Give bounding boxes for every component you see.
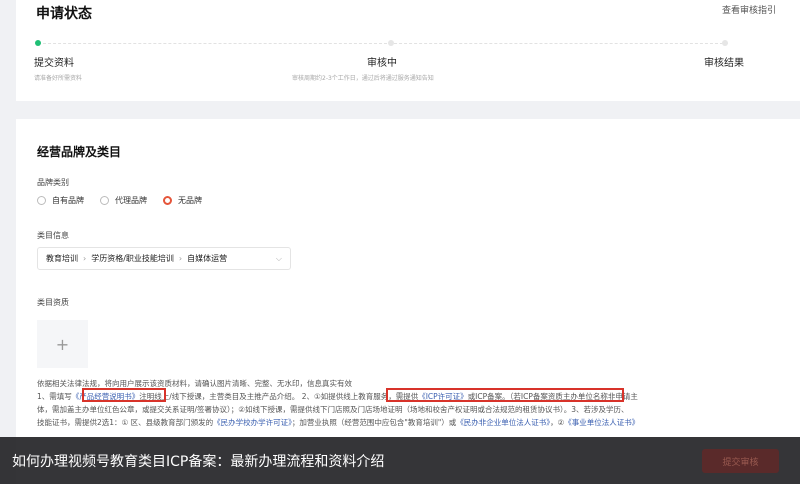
highlight-box-icp — [386, 388, 624, 402]
notice-text: ，② — [550, 418, 565, 427]
brand-category-card: 经营品牌及类目 品牌类别 自有品牌 代理品牌 无品牌 类目信息 教育培训 › 学… — [16, 119, 800, 484]
category-level-1: 教育培训 — [46, 254, 78, 263]
notice-text: 技能证书，需提供2选1：① 区、县级教育部门颁发的 — [37, 418, 214, 427]
step-dot-result — [722, 40, 728, 46]
step-label-submit: 提交资料 — [34, 58, 74, 69]
step-label-review: 审核中 — [367, 58, 397, 69]
non-enterprise-cert-link[interactable]: 《民办非企业单位法人证书》 — [456, 418, 550, 427]
chevron-right-icon: › — [83, 254, 87, 263]
step-desc-submit: 请准备好所需资料 — [34, 75, 83, 82]
brand-type-label: 品牌类别 — [37, 178, 69, 187]
radio-own-brand[interactable]: 自有品牌 — [37, 195, 84, 206]
upload-button[interactable]: + — [37, 320, 88, 368]
radio-circle — [100, 196, 109, 205]
school-license-link[interactable]: 《民办学校办学许可证》 — [213, 418, 292, 427]
qualification-label: 类目资质 — [37, 298, 69, 307]
radio-label: 代理品牌 — [115, 196, 147, 205]
notice-line-2: 体，需加盖主办单位红色公章，或提交关系证明/签署协议）；②如线下授课，需提供线下… — [37, 405, 629, 414]
institution-cert-link[interactable]: 《事业单位法人证书》 — [564, 418, 639, 427]
step-desc-review: 审核周期约2-3个工作日，通过后将通过服务通知告知 — [292, 75, 434, 82]
radio-circle — [37, 196, 46, 205]
caption-bar: 如何办理视频号教育类目ICP备案：最新办理流程和资料介绍 提交审核 — [0, 437, 800, 484]
radio-circle-checked — [163, 196, 172, 205]
section-title: 经营品牌及类目 — [37, 145, 122, 159]
submit-review-button[interactable]: 提交审核 — [702, 449, 779, 473]
qualification-notice: 依据相关法律法规，将向用户展示该资质材料，请确认图片清晰、完整、无水印，信息真实… — [37, 377, 787, 429]
radio-label: 自有品牌 — [52, 196, 84, 205]
category-select[interactable]: 教育培训 › 学历资格/职业技能培训 › 自媒体运营 ⌵ — [37, 247, 291, 270]
status-card: 申请状态 查看审核指引 提交资料 请准备好所需资料 审核中 审核周期约2-3个工… — [16, 0, 800, 101]
chevron-right-icon: › — [178, 254, 183, 263]
brand-type-radio-group: 自有品牌 代理品牌 无品牌 — [37, 195, 218, 206]
progress-track — [38, 43, 728, 44]
radio-agent-brand[interactable]: 代理品牌 — [100, 195, 147, 206]
radio-label: 无品牌 — [178, 196, 202, 205]
step-dot-submit — [35, 40, 41, 46]
step-dot-review — [388, 40, 394, 46]
notice-text: ；加营业执照（经营范围中应包含"教育培训"）或 — [291, 418, 457, 427]
notice-line-3: 技能证书，需提供2选1：① 区、县级教育部门颁发的《民办学校办学许可证》；加营业… — [37, 416, 787, 429]
step-label-result: 审核结果 — [704, 58, 744, 69]
plus-icon: + — [55, 334, 70, 354]
status-title: 申请状态 — [36, 6, 92, 22]
category-level-3: 自媒体运营 — [187, 254, 228, 263]
caption-text: 如何办理视频号教育类目ICP备案：最新办理流程和资料介绍 — [12, 454, 385, 470]
radio-no-brand[interactable]: 无品牌 — [163, 195, 202, 206]
category-label: 类目信息 — [37, 231, 69, 240]
highlight-box-manual — [82, 388, 166, 402]
chevron-down-icon: ⌵ — [275, 253, 282, 263]
review-guide-link[interactable]: 查看审核指引 — [722, 3, 776, 16]
category-level-2: 学历资格/职业技能培训 — [91, 254, 174, 263]
notice-text: 1、需填写 — [37, 392, 72, 401]
